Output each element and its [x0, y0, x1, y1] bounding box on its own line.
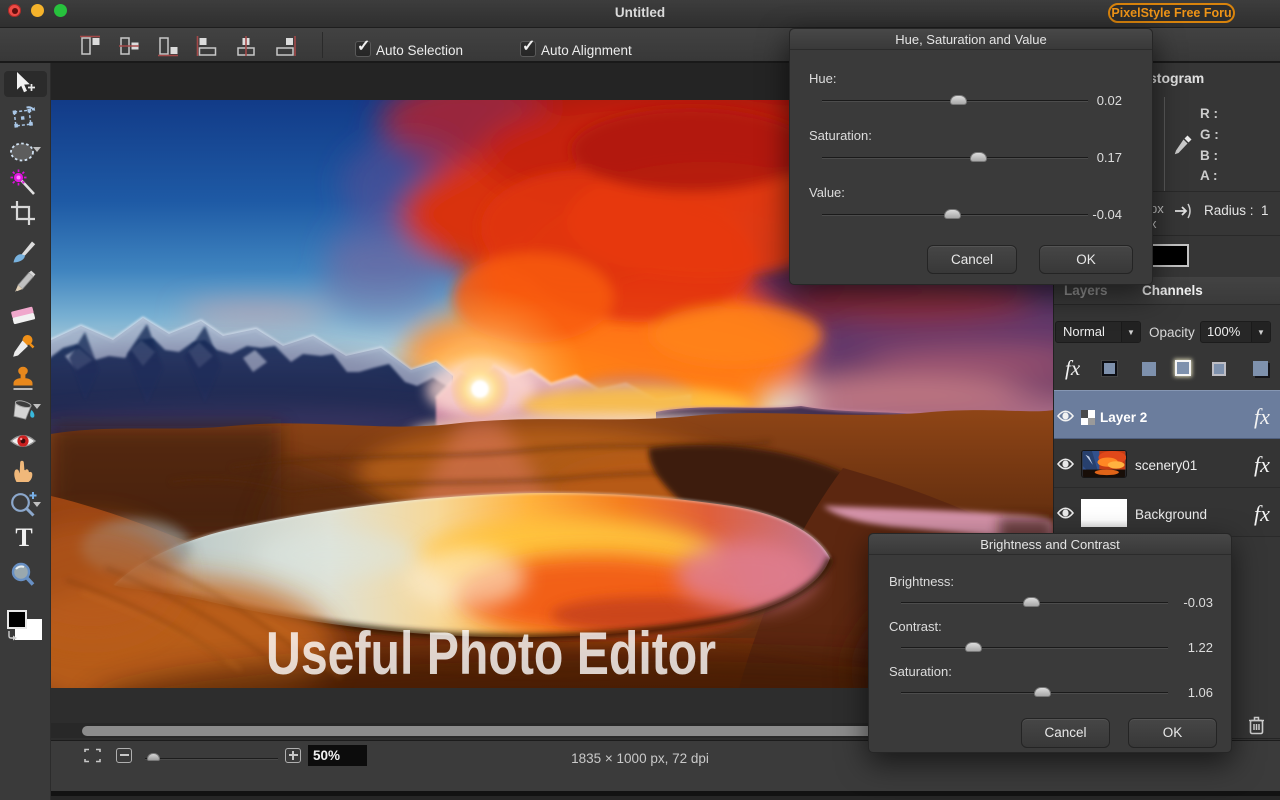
- svg-text:Useful Photo Editor: Useful Photo Editor: [266, 620, 716, 687]
